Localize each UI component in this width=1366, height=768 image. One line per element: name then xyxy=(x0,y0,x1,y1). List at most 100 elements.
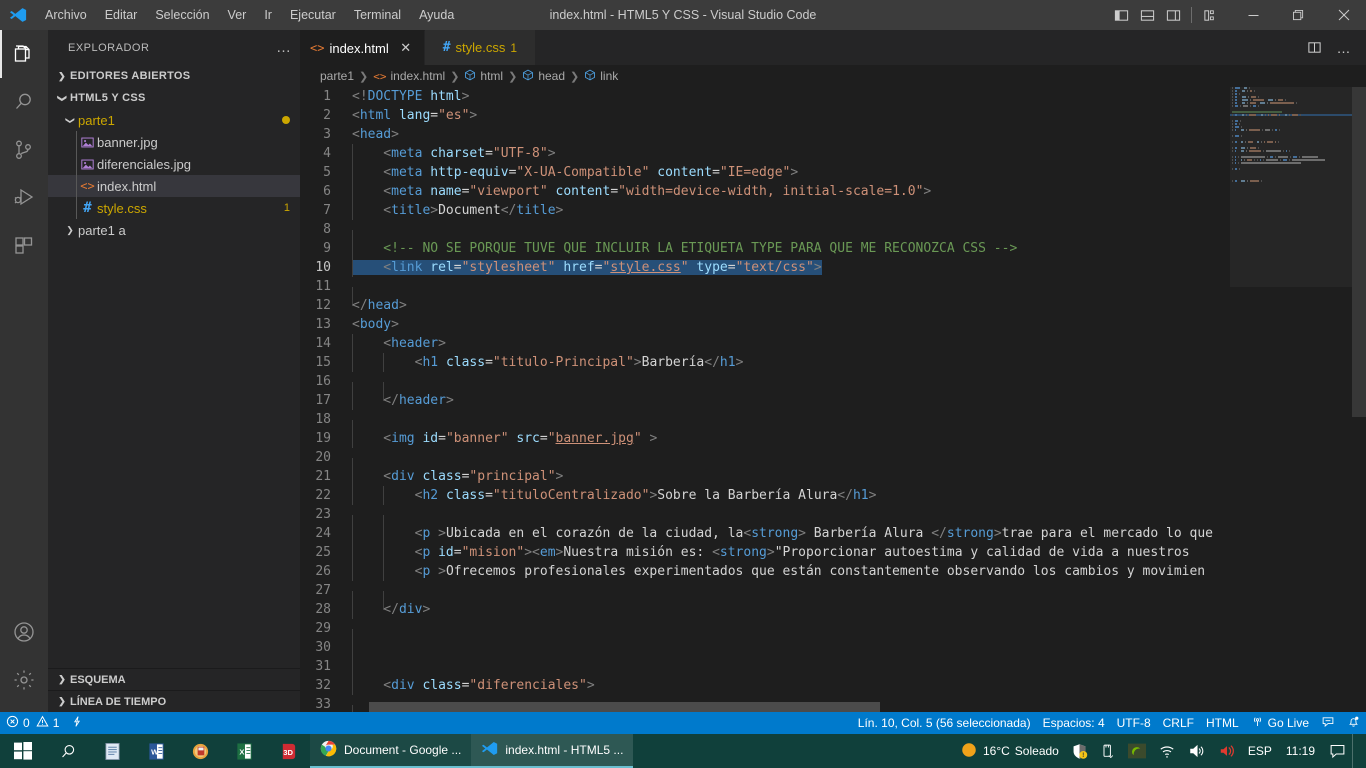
code-line[interactable]: 8 xyxy=(300,220,1366,249)
tree-item-folder-parte1[interactable]: ❯ parte1 xyxy=(48,109,300,131)
code-line[interactable]: 1 <!DOCTYPE html> xyxy=(300,87,1366,106)
section-open-editors[interactable]: ❯ EDITORES ABIERTOS xyxy=(48,65,300,87)
code-line[interactable]: 30 xyxy=(300,638,1366,667)
menu-ver[interactable]: Ver xyxy=(219,4,256,26)
code-line[interactable]: 12 </head> xyxy=(300,296,1366,315)
menu-terminal[interactable]: Terminal xyxy=(345,4,410,26)
taskbar-media-player-icon[interactable] xyxy=(178,734,222,768)
sidebar-more-actions-icon[interactable]: … xyxy=(276,39,292,56)
code-line[interactable]: 25 <p id="mision"><em>Nuestra misión es:… xyxy=(300,543,1366,562)
breadcrumb-item-html[interactable]: html xyxy=(464,69,503,84)
status-problems[interactable]: 0 1 xyxy=(0,712,65,734)
tray-clock[interactable]: 11:19 xyxy=(1278,744,1323,758)
minimap[interactable] xyxy=(1230,87,1352,712)
taskbar-search-icon[interactable] xyxy=(46,734,90,768)
activitybar-item-explorer[interactable] xyxy=(0,30,48,78)
section-linea-de-tiempo[interactable]: ❯ LÍNEA DE TIEMPO xyxy=(48,690,300,712)
editor-horizontal-scrollbar[interactable] xyxy=(300,702,1230,712)
tray-weather[interactable]: 16°C Soleado xyxy=(954,734,1065,768)
toggle-panel-icon[interactable] xyxy=(1134,0,1160,30)
code-line[interactable]: 9 <!-- NO SE PORQUE TUVE QUE INCLUIR LA … xyxy=(300,239,1366,258)
tree-item-diferenciales-jpg[interactable]: diferenciales.jpg xyxy=(48,153,300,175)
code-line[interactable]: 19 <img id="banner" src="banner.jpg" > xyxy=(300,429,1366,448)
tray-wifi-icon[interactable] xyxy=(1152,734,1182,768)
section-workspace[interactable]: ❯ HTML5 Y CSS xyxy=(48,87,300,109)
editor-vertical-scrollbar[interactable] xyxy=(1352,87,1366,712)
toggle-primary-sidebar-icon[interactable] xyxy=(1108,0,1134,30)
taskbar-word-icon[interactable]: W xyxy=(134,734,178,768)
status-eol[interactable]: CRLF xyxy=(1157,712,1200,734)
close-icon[interactable]: ✕ xyxy=(398,40,414,56)
menu-ejecutar[interactable]: Ejecutar xyxy=(281,4,345,26)
code-editor[interactable]: 1 <!DOCTYPE html> 2 <html lang="es"> 3 <head>… xyxy=(300,87,1366,712)
menu-editar[interactable]: Editar xyxy=(96,4,147,26)
status-remote[interactable] xyxy=(65,712,89,734)
code-line[interactable]: 2 <html lang="es"> xyxy=(300,106,1366,125)
show-desktop-button[interactable] xyxy=(1352,734,1362,768)
code-line[interactable]: 10 <link rel="stylesheet" href="style.cs… xyxy=(300,258,1366,277)
activitybar-item-extensions[interactable] xyxy=(0,222,48,270)
code-line[interactable]: 20 xyxy=(300,448,1366,477)
code-line[interactable]: 11 xyxy=(300,277,1366,306)
code-line[interactable]: 24 <p >Ubicada en el corazón de la ciuda… xyxy=(300,524,1366,543)
tab-index-html[interactable]: <> index.html ✕ xyxy=(300,30,425,65)
tree-item-folder-parte1-a[interactable]: ❯ parte1 a xyxy=(48,219,300,241)
code-line[interactable]: 32 <div class="diferenciales"> xyxy=(300,676,1366,695)
taskbar-paint-3d-icon[interactable]: 3D xyxy=(266,734,310,768)
code-line[interactable]: 15 <h1 class="titulo-Principal">Barbería… xyxy=(300,353,1366,372)
close-button[interactable] xyxy=(1321,0,1366,30)
code-line[interactable]: 3 <head> xyxy=(300,125,1366,144)
minimap-slider[interactable] xyxy=(1230,87,1352,287)
activitybar-item-search[interactable] xyxy=(0,78,48,126)
code-line[interactable]: 21 <div class="principal"> xyxy=(300,467,1366,486)
scrollbar-thumb[interactable] xyxy=(1352,87,1366,417)
code-line[interactable]: 5 <meta http-equiv = "X-UA-Compatible" con… xyxy=(300,163,1366,182)
status-indentation[interactable]: Espacios: 4 xyxy=(1037,712,1111,734)
code-line[interactable]: 28 </div> xyxy=(300,600,1366,619)
code-line[interactable]: 16 xyxy=(300,372,1366,401)
breadcrumb-item-index-html[interactable]: <> index.html xyxy=(373,69,445,83)
maximize-button[interactable] xyxy=(1276,0,1321,30)
toggle-secondary-sidebar-icon[interactable] xyxy=(1160,0,1186,30)
code-line[interactable]: 22 <h2 class="tituloCentralizado" > Sobre … xyxy=(300,486,1366,505)
code-line[interactable]: 23 xyxy=(300,505,1366,534)
code-line[interactable]: 14 <header> xyxy=(300,334,1366,353)
activitybar-item-run-and-debug[interactable] xyxy=(0,174,48,222)
section-esquema[interactable]: ❯ ESQUEMA xyxy=(48,668,300,690)
action-center-icon[interactable] xyxy=(1323,734,1352,768)
code-line[interactable]: 4 <meta charset="UTF-8"> xyxy=(300,144,1366,163)
tree-item-banner-jpg[interactable]: banner.jpg xyxy=(48,131,300,153)
breadcrumb-item-parte1[interactable]: parte1 xyxy=(320,69,354,83)
breadcrumb-item-link[interactable]: link xyxy=(584,69,618,84)
tray-volume-muted-icon[interactable] xyxy=(1212,734,1242,768)
scrollbar-thumb-horizontal[interactable] xyxy=(369,702,880,712)
customize-layout-icon[interactable] xyxy=(1197,0,1223,30)
more-actions-icon[interactable]: … xyxy=(1330,30,1358,65)
taskbar-excel-icon[interactable]: X xyxy=(222,734,266,768)
tray-speaker-icon[interactable] xyxy=(1182,734,1212,768)
code-line[interactable]: 7 <title>Document</title> xyxy=(300,201,1366,220)
tray-nvidia-icon[interactable] xyxy=(1122,734,1152,768)
menu-ayuda[interactable]: Ayuda xyxy=(410,4,463,26)
status-language-mode[interactable]: HTML xyxy=(1200,712,1245,734)
activitybar-item-accounts[interactable] xyxy=(0,608,48,656)
windows-start-icon[interactable] xyxy=(0,734,46,768)
code-line[interactable]: 31 xyxy=(300,657,1366,686)
taskbar-notepad-icon[interactable] xyxy=(90,734,134,768)
tray-usb-eject-icon[interactable] xyxy=(1094,734,1122,768)
tab-style-css[interactable]: # style.css 1 xyxy=(424,30,537,65)
menu-archivo[interactable]: Archivo xyxy=(36,4,96,26)
activitybar-item-settings[interactable] xyxy=(0,656,48,704)
status-feedback[interactable] xyxy=(1315,712,1341,734)
status-cursor-position[interactable]: Lín. 10, Col. 5 (56 seleccionada) xyxy=(852,712,1037,734)
code-lines[interactable]: 1 <!DOCTYPE html> 2 <html lang="es"> 3 <head>… xyxy=(300,87,1366,712)
taskbar-app-vscode[interactable]: index.html - HTML5 ... xyxy=(471,734,634,768)
code-line[interactable]: 17 </header> xyxy=(300,391,1366,410)
split-editor-icon[interactable] xyxy=(1300,30,1328,65)
code-line[interactable]: 26 <p >Ofrecemos profesionales experimen… xyxy=(300,562,1366,581)
activitybar-item-source-control[interactable] xyxy=(0,126,48,174)
code-line[interactable]: 27 xyxy=(300,581,1366,610)
code-line[interactable]: 13 <body> xyxy=(300,315,1366,334)
menu-ir[interactable]: Ir xyxy=(255,4,281,26)
minimize-button[interactable] xyxy=(1231,0,1276,30)
